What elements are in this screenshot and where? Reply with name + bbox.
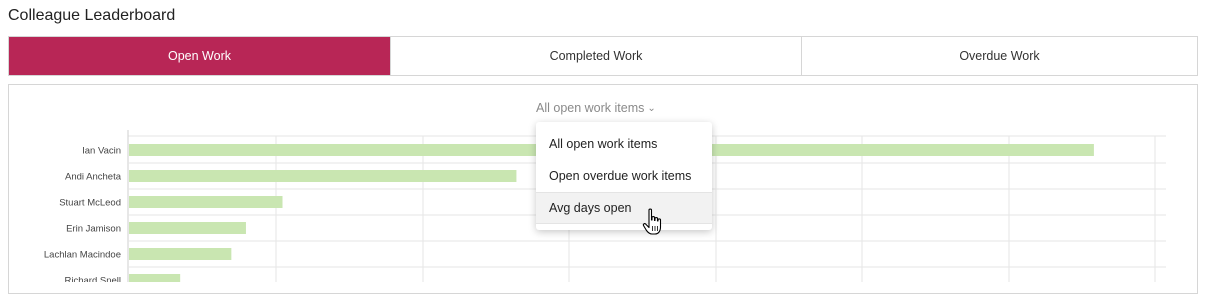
option-open-overdue-work-items[interactable]: Open overdue work items — [536, 160, 712, 192]
work-items-filter[interactable]: All open work items ⌄ — [536, 101, 656, 115]
bar-andi-ancheta — [129, 170, 517, 182]
bar-lachlan-macindoe — [129, 248, 232, 260]
hand-pointer-icon — [642, 208, 662, 235]
category-label: Andi Ancheta — [65, 172, 122, 183]
filter-label: All open work items — [536, 101, 645, 115]
bar-erin-jamison — [129, 222, 246, 234]
chevron-down-icon: ⌄ — [647, 103, 656, 114]
category-label: Ian Vacin — [82, 146, 121, 157]
bar-stuart-mcleod — [129, 196, 283, 208]
option-all-open-work-items[interactable]: All open work items — [536, 128, 712, 160]
category-label: Richard Snell — [65, 276, 122, 283]
bar-richard-snell — [129, 274, 181, 282]
category-label: Stuart McLeod — [59, 198, 121, 209]
category-label: Erin Jamison — [66, 224, 121, 235]
option-avg-days-open[interactable]: Avg days open — [536, 192, 712, 224]
category-label: Lachlan Macindoe — [44, 250, 121, 261]
filter-dropdown-menu: All open work items Open overdue work it… — [536, 122, 712, 230]
